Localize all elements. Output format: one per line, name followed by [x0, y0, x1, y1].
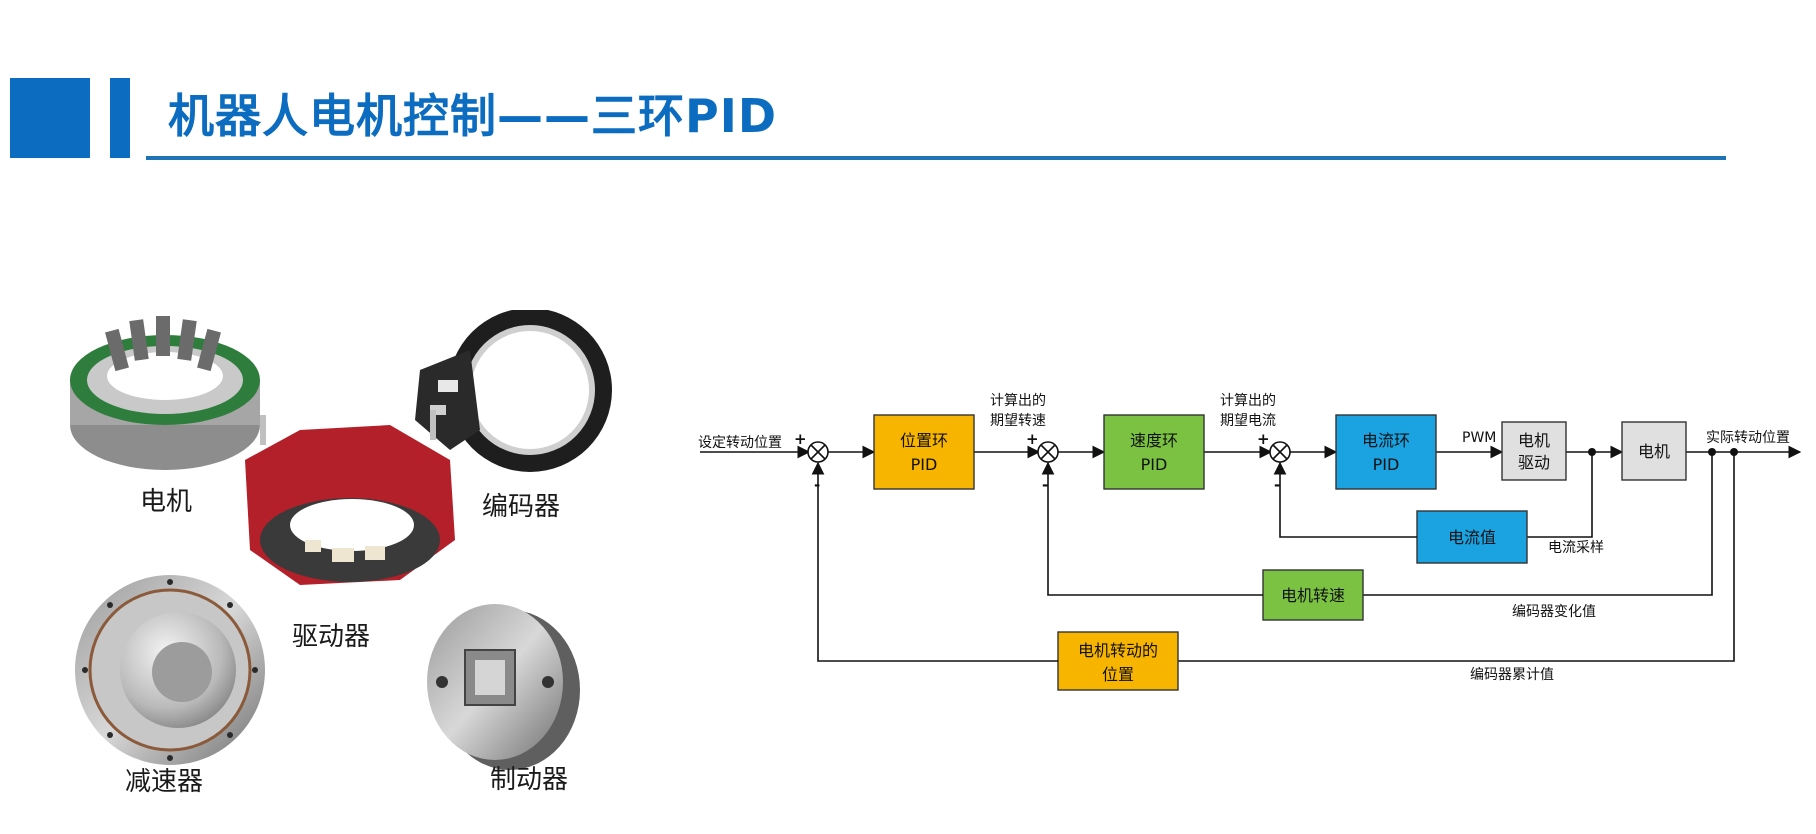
sum-junction-speed — [1037, 441, 1059, 463]
svg-text:PID: PID — [1373, 455, 1400, 474]
label-desired-speed-line1: 计算出的 — [990, 393, 1046, 409]
block-current-pid: 电流环 PID — [1335, 414, 1437, 490]
header-accent-bar — [110, 78, 130, 158]
label-encoder-total: 编码器累计值 — [1470, 667, 1554, 683]
label-desired-current-line1: 计算出的 — [1220, 393, 1276, 409]
brake-image: 制动器 — [427, 604, 580, 795]
block-motor-position: 电机转动的 位置 — [1057, 631, 1179, 691]
label-pwm: PWM — [1462, 430, 1496, 446]
svg-text:位置环: 位置环 — [900, 431, 948, 450]
sign-minus-position: - — [814, 476, 820, 494]
sum-junction-position — [807, 441, 829, 463]
block-current-value: 电流值 — [1416, 510, 1528, 564]
brake-label: 制动器 — [490, 765, 568, 795]
feedback-position — [811, 461, 1058, 662]
block-motor-speed: 电机转速 — [1262, 569, 1364, 621]
svg-text:电机: 电机 — [1638, 442, 1670, 461]
page-title: 机器人电机控制——三环PID — [168, 89, 778, 143]
block-motor: 电机 — [1621, 421, 1687, 481]
driver-image: 驱动器 — [245, 410, 455, 652]
svg-text:电流值: 电流值 — [1448, 528, 1496, 547]
label-desired-speed-line2: 期望转速 — [990, 413, 1046, 429]
header-divider — [146, 156, 1726, 160]
svg-text:PID: PID — [911, 455, 938, 474]
three-loop-pid-diagram: + - + - + - 位置环 PID 速度环 PID 电流环 PID 电机 驱… — [698, 393, 1802, 691]
svg-text:驱动: 驱动 — [1518, 453, 1550, 472]
label-current-sampling: 电流采样 — [1548, 540, 1604, 556]
svg-text:位置: 位置 — [1102, 665, 1134, 684]
svg-text:电机转速: 电机转速 — [1281, 586, 1345, 605]
encoder-label: 编码器 — [482, 492, 560, 522]
driver-label: 驱动器 — [292, 622, 370, 652]
reducer-image: 减速器 — [75, 575, 265, 797]
sum-junction-current — [1269, 441, 1291, 463]
sign-plus-current: + — [1257, 430, 1270, 448]
reducer-label: 减速器 — [125, 767, 203, 797]
component-illustrations: 电机 编码器 驱动器 减速器 制动器 — [70, 310, 612, 797]
block-motor-drive: 电机 驱动 — [1501, 421, 1567, 481]
svg-text:电流环: 电流环 — [1362, 431, 1410, 450]
motor-image: 电机 — [70, 316, 260, 517]
svg-text:电机: 电机 — [1518, 431, 1550, 450]
label-encoder-delta: 编码器变化值 — [1512, 604, 1596, 620]
block-position-pid: 位置环 PID — [873, 414, 975, 490]
output-label: 实际转动位置 — [1706, 430, 1790, 446]
label-desired-current-line2: 期望电流 — [1220, 413, 1276, 429]
block-speed-pid: 速度环 PID — [1103, 414, 1205, 490]
input-label: 设定转动位置 — [698, 435, 782, 451]
header-accent-square — [10, 78, 90, 158]
svg-text:PID: PID — [1141, 455, 1168, 474]
svg-text:电机转动的: 电机转动的 — [1078, 641, 1158, 660]
sign-plus-speed: + — [1026, 430, 1039, 448]
svg-text:速度环: 速度环 — [1130, 431, 1178, 450]
motor-label: 电机 — [140, 487, 192, 517]
sign-plus-position: + — [794, 430, 807, 448]
